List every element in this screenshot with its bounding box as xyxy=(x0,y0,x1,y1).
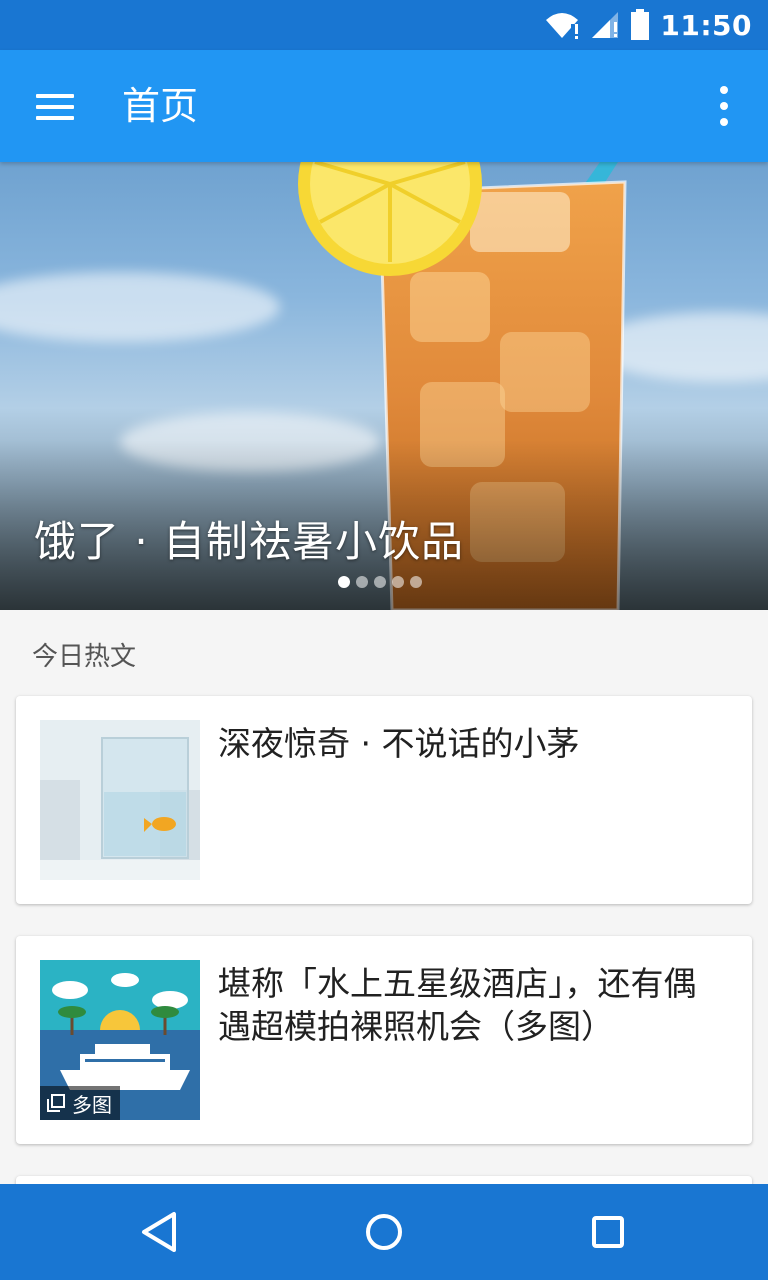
back-button[interactable] xyxy=(136,1208,184,1256)
battery-icon xyxy=(631,9,650,40)
carousel-indicator xyxy=(338,576,422,588)
article-thumbnail xyxy=(40,720,200,880)
app-bar: 首页 xyxy=(0,50,768,162)
status-time: 11:50 xyxy=(660,8,752,42)
carousel-dot[interactable] xyxy=(392,576,404,588)
multi-image-badge: 多图 xyxy=(40,1086,120,1120)
article-thumbnail: 多图 xyxy=(40,960,200,1120)
section-title: 今日热文 xyxy=(32,642,137,672)
goldfish-glass-image xyxy=(40,720,200,880)
menu-icon xyxy=(36,94,74,98)
page-title: 首页 xyxy=(122,84,199,128)
article-title: 深夜惊奇 · 不说话的小茅 xyxy=(218,724,580,763)
multi-image-label: 多图 xyxy=(72,1092,112,1117)
more-vert-icon xyxy=(720,86,728,94)
hero-banner[interactable]: 饿了 · 自制祛暑小饮品 xyxy=(0,162,768,610)
carousel-dot[interactable] xyxy=(410,576,422,588)
more-options-button[interactable] xyxy=(706,84,742,128)
system-nav-bar xyxy=(0,1184,768,1280)
home-button[interactable] xyxy=(360,1208,408,1256)
back-icon xyxy=(142,1212,176,1252)
article-card[interactable]: 深夜惊奇 · 不说话的小茅 xyxy=(16,696,752,904)
carousel-dot[interactable] xyxy=(374,576,386,588)
home-icon xyxy=(366,1214,402,1250)
status-bar: 11:50 xyxy=(0,0,768,50)
image-stack-icon xyxy=(47,1094,65,1112)
menu-button[interactable] xyxy=(36,86,76,126)
carousel-dot[interactable] xyxy=(338,576,350,588)
carousel-dot[interactable] xyxy=(356,576,368,588)
cell-signal-icon xyxy=(592,12,619,38)
article-title: 堪称「水上五星级酒店」，还有偶遇超模拍裸照机会（多图） xyxy=(218,964,697,1046)
hero-title: 饿了 · 自制祛暑小饮品 xyxy=(34,517,465,566)
wifi-icon xyxy=(546,13,579,39)
recents-icon xyxy=(592,1216,624,1248)
article-card[interactable]: 多图 堪称「水上五星级酒店」，还有偶遇超模拍裸照机会（多图） xyxy=(16,936,752,1144)
recents-button[interactable] xyxy=(584,1208,632,1256)
